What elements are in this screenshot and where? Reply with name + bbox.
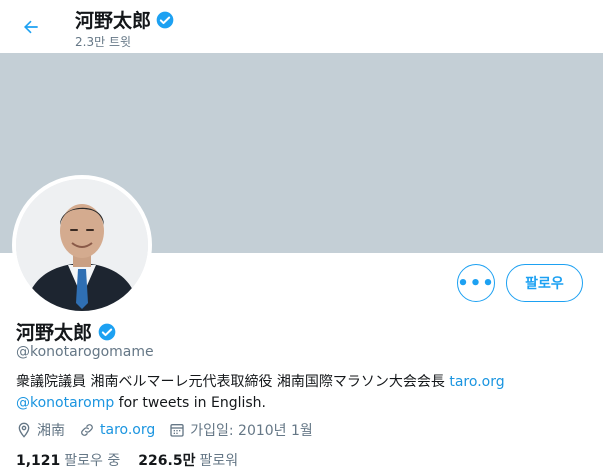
profile-header: 河野太郎 2.3만 트윗 [0,0,603,53]
verified-badge-icon [156,11,174,28]
avatar-photo [16,179,148,311]
calendar-icon [170,424,184,437]
bio-text: 衆議院議員 湘南ベルマーレ元代表取締役 湘南国際マラソン大会会長 [16,374,450,390]
location-text: 湘南 [37,423,65,439]
more-options-button[interactable]: ••• [457,264,495,302]
profile-meta: 湘南 taro.org 가입일: 2010년 1월 [16,420,327,440]
following-count: 1,121 [16,453,61,469]
website-link[interactable]: taro.org [100,422,155,438]
bio-link[interactable]: taro.org [449,374,504,390]
following-label: 팔로우 중 [64,453,121,469]
location-pin-icon [18,422,30,438]
header-name-text: 河野太郎 [75,10,152,32]
follow-button[interactable]: 팔로우 [506,264,583,302]
verified-badge-icon [98,323,116,340]
following-stat[interactable]: 1,121 팔로우 중 [16,450,120,470]
website-item: taro.org [79,422,155,438]
followers-label: 팔로워 [199,453,239,469]
profile-name-text: 河野太郎 [16,322,93,344]
followers-stat[interactable]: 226.5만 팔로워 [138,450,238,470]
bio-mention-link[interactable]: @konotaromp [16,395,114,411]
header-title: 河野太郎 [75,6,175,33]
back-button[interactable] [14,10,48,44]
followers-count: 226.5만 [138,453,196,469]
profile-name: 河野太郎 [16,318,117,345]
joined-item: 가입일: 2010년 1월 [169,420,313,440]
header-tweet-count: 2.3만 트윗 [75,35,132,49]
avatar[interactable] [12,175,152,315]
profile-bio: 衆議院議員 湘南ベルマーレ元代表取締役 湘南国際マラソン大会会長 taro.or… [16,372,591,414]
arrow-left-icon [24,20,38,34]
bio-suffix: for tweets in English. [114,395,266,411]
location-item: 湘南 [16,420,65,440]
link-icon [81,424,93,436]
joined-text: 가입일: 2010년 1월 [190,423,313,439]
profile-stats: 1,121 팔로우 중 226.5만 팔로워 [16,450,238,470]
profile-handle: @konotarogomame [16,344,154,360]
